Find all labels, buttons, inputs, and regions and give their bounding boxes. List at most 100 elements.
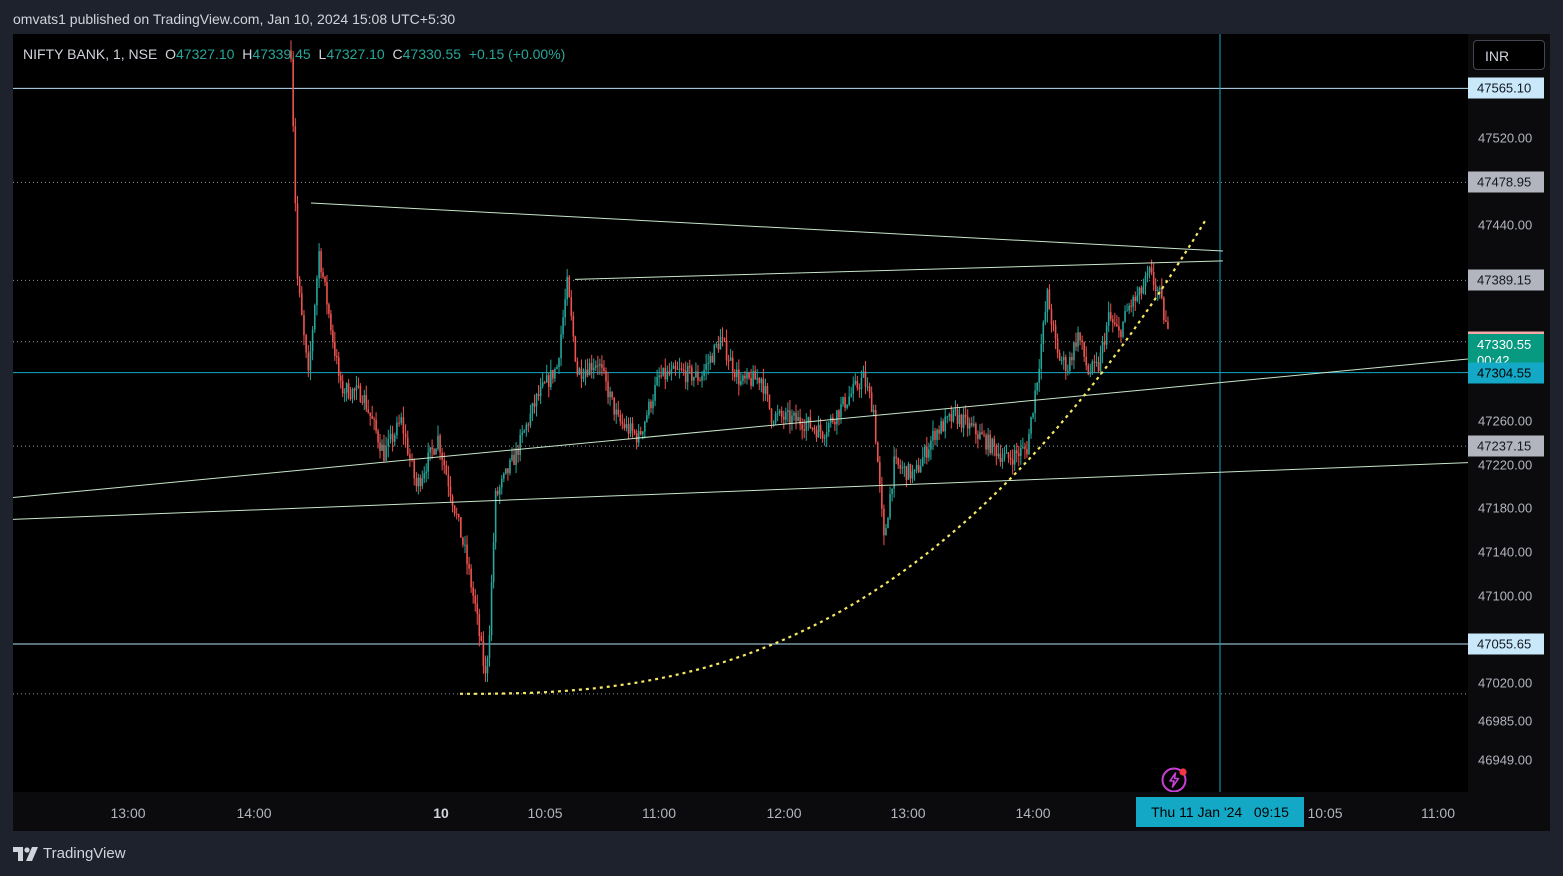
candle-body	[621, 421, 624, 424]
candle-body	[891, 488, 893, 494]
candle-body	[985, 435, 987, 450]
candle-body	[305, 335, 307, 353]
candle-body	[566, 276, 568, 300]
legend-symbol[interactable]: NIFTY BANK, 1, NSE	[23, 46, 157, 62]
candle-body	[1042, 322, 1045, 345]
candle-body	[750, 378, 752, 386]
candle-body	[958, 414, 961, 425]
candle-body	[345, 383, 348, 393]
candle-body	[766, 386, 769, 395]
symbol-legend: NIFTY BANK, 1, NSE O47327.10 H47339.45 L…	[23, 46, 565, 62]
candle-body	[770, 408, 773, 423]
candle-body	[842, 397, 844, 405]
candle-body	[876, 442, 879, 463]
candle-body	[883, 508, 885, 536]
candle-body	[1067, 370, 1069, 372]
candle-body	[480, 636, 483, 641]
candle-body	[406, 437, 409, 455]
candle-body	[373, 418, 375, 420]
candle-body	[780, 410, 783, 417]
candle-body	[1040, 344, 1043, 369]
candle-body	[385, 446, 387, 461]
time-axis[interactable]: 11:00 10:05 14:00 13:00 12:00 11:00 10:05 10 14:…	[13, 792, 1468, 831]
candle-body	[541, 382, 544, 387]
candle-body	[913, 469, 916, 472]
candle-body	[1099, 352, 1102, 371]
candle-body	[318, 251, 320, 279]
candle-body	[482, 640, 485, 667]
publish-text: omvats1 published on TradingView.com, Ja…	[13, 11, 456, 27]
candle-body	[576, 361, 579, 375]
tradingview-footer[interactable]: TradingView	[13, 845, 126, 862]
candle-body	[721, 337, 724, 339]
candle-body	[817, 424, 820, 438]
candle-body	[872, 410, 875, 413]
candle-body	[423, 473, 426, 479]
candle-body	[793, 412, 795, 416]
candle-body	[564, 299, 566, 318]
candle-body	[850, 393, 853, 397]
candle-body	[733, 372, 736, 378]
candle-body	[545, 375, 548, 383]
candle-body	[570, 297, 573, 316]
currency-button[interactable]: INR	[1473, 40, 1545, 70]
candle-body	[496, 491, 499, 495]
chart-frame[interactable]: NIFTY BANK, 1, NSE O47327.10 H47339.45 L…	[13, 34, 1550, 831]
candle-body	[547, 375, 550, 388]
candle-body	[658, 375, 660, 378]
candle-body	[748, 372, 750, 379]
candle-body	[337, 357, 340, 376]
price-axis[interactable]: INR 47520.00 47440.00 47260.00 47220.00 4718…	[1468, 34, 1550, 792]
candle-body	[320, 251, 322, 273]
candle-body	[1032, 412, 1034, 418]
candle-body	[1077, 332, 1079, 347]
candle-body	[1089, 372, 1092, 375]
candle-body	[860, 377, 863, 390]
candle-body	[1044, 311, 1047, 323]
candle-body	[778, 410, 781, 414]
price-tick-label: 47100.00	[1478, 588, 1533, 604]
candle-body	[1056, 338, 1059, 353]
candle-body	[322, 272, 324, 277]
candle-body	[335, 355, 338, 358]
chart-plot-svg[interactable]	[13, 34, 1468, 792]
candle-body	[699, 380, 701, 382]
candle-body	[449, 486, 452, 497]
candle-body	[313, 305, 316, 330]
candle-body	[488, 635, 491, 659]
candle-body	[472, 587, 474, 596]
plot-area[interactable]: NIFTY BANK, 1, NSE O47327.10 H47339.45 L…	[13, 34, 1468, 793]
candle-body	[719, 337, 722, 350]
candle-body	[844, 397, 846, 408]
candle-body	[389, 433, 392, 440]
candle-body	[893, 456, 895, 489]
candle-body	[1158, 287, 1161, 290]
candle-body	[666, 371, 669, 380]
candle-body	[942, 421, 944, 432]
candle-body	[474, 595, 477, 604]
candle-body	[797, 417, 799, 422]
candle-body	[987, 434, 989, 450]
candle-body	[400, 417, 403, 424]
candle-body	[1114, 322, 1116, 325]
candle-body	[409, 454, 411, 459]
candle-body	[715, 344, 718, 346]
candle-body	[948, 414, 951, 417]
candle-body	[1124, 311, 1126, 322]
candle-body	[1101, 341, 1104, 353]
candle-body	[881, 484, 883, 509]
candle-body	[688, 365, 691, 368]
candle-body	[582, 376, 585, 379]
candle-body	[735, 369, 738, 378]
candle-body	[355, 385, 358, 391]
candle-body	[1075, 342, 1077, 347]
candle-body	[836, 410, 838, 425]
candle-body	[377, 430, 379, 443]
candle-body	[813, 428, 816, 430]
candle-body	[707, 362, 709, 364]
candle-body	[453, 505, 456, 514]
time-tick-label: 10:05	[527, 805, 563, 821]
candle-body	[1009, 457, 1012, 460]
candle-body	[1116, 324, 1118, 327]
candle-body	[639, 431, 642, 435]
